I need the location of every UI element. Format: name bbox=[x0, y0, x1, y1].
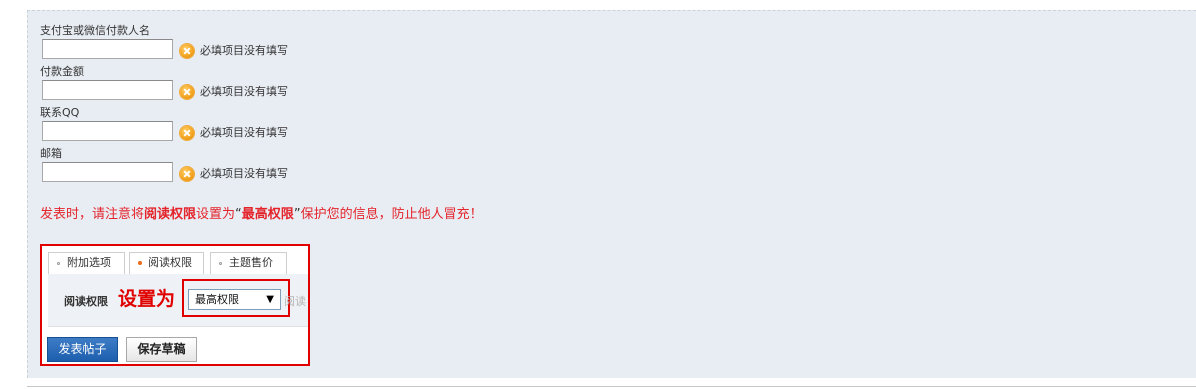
field-label-payer-name: 支付宝或微信付款人名 bbox=[40, 24, 150, 37]
email-input[interactable] bbox=[42, 162, 173, 182]
tab-read-permission[interactable]: 阅读权限 bbox=[129, 252, 204, 275]
qq-input[interactable] bbox=[42, 121, 173, 141]
error-message: 必填项目没有填写 bbox=[200, 85, 288, 98]
bullet-icon bbox=[138, 261, 142, 265]
post-button[interactable]: 发表帖子 bbox=[47, 337, 118, 362]
options-tabbar: 附加选项 阅读权限 主题售价 bbox=[48, 252, 308, 275]
divider bbox=[27, 386, 1196, 387]
error-icon bbox=[180, 126, 194, 140]
error-icon bbox=[180, 85, 194, 99]
hint-text: 阅读 bbox=[284, 295, 306, 308]
permission-notice: 发表时，请注意将阅读权限设置为“最高权限”保护您的信息，防止他人冒充！ bbox=[40, 207, 483, 222]
field-label-qq: 联系QQ bbox=[40, 106, 80, 119]
tab-topic-price[interactable]: 主题售价 bbox=[210, 252, 287, 274]
annotation-text: 设置为 bbox=[118, 288, 176, 310]
save-draft-button[interactable]: 保存草稿 bbox=[126, 337, 197, 362]
field-label-amount: 付款金额 bbox=[40, 65, 84, 78]
error-message: 必填项目没有填写 bbox=[200, 44, 288, 57]
read-permission-select[interactable]: 最高权限 ▼ bbox=[188, 289, 281, 310]
error-message: 必填项目没有填写 bbox=[200, 126, 288, 139]
payer-name-input[interactable] bbox=[42, 39, 173, 59]
dropdown-arrow-icon: ▼ bbox=[266, 294, 274, 305]
field-label-email: 邮箱 bbox=[40, 147, 62, 160]
error-icon bbox=[180, 44, 194, 58]
read-permission-label: 阅读权限 bbox=[64, 295, 108, 308]
amount-input[interactable] bbox=[42, 80, 173, 100]
tab-extra-options[interactable]: 附加选项 bbox=[48, 252, 125, 274]
error-icon bbox=[180, 167, 194, 181]
bullet-icon bbox=[219, 262, 222, 265]
bullet-icon bbox=[57, 262, 60, 265]
error-message: 必填项目没有填写 bbox=[200, 167, 288, 180]
